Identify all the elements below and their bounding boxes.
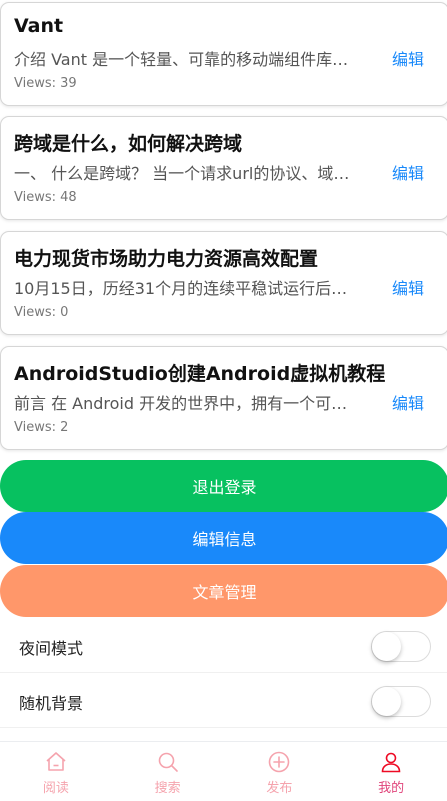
- article-views: Views: 2: [14, 420, 69, 435]
- edit-article-link[interactable]: 编辑: [392, 390, 424, 414]
- search-icon: [158, 752, 178, 772]
- tab-label: 阅读: [42, 781, 69, 796]
- night-mode-label: 夜间模式: [19, 639, 84, 658]
- user-icon: [381, 752, 401, 773]
- edit-info-button[interactable]: 编辑信息: [0, 512, 447, 564]
- article-title: 跨域是什么，如何解决跨域: [14, 133, 243, 155]
- home-icon: [46, 752, 66, 771]
- tab-search[interactable]: 搜索: [112, 742, 224, 801]
- article-card[interactable]: Vant 介绍 Vant 是一个轻量、可靠的移动端组件库，由有赞前端团队开源。 …: [0, 2, 447, 106]
- article-summary: 前言 在 Android 开发的世界中，拥有一个可靠的虚拟机至关重要: [14, 394, 362, 413]
- article-card[interactable]: 跨域是什么，如何解决跨域 一、 什么是跨域？ 当一个请求url的协议、域名、端口…: [0, 116, 447, 220]
- article-views: Views: 39: [14, 76, 77, 91]
- article-summary: 10月15日，历经31个月的连续平稳试运行后，山西电力现货市场正式运行: [14, 279, 362, 298]
- logout-button[interactable]: 退出登录: [0, 460, 447, 512]
- app-root: Vant 介绍 Vant 是一个轻量、可靠的移动端组件库，由有赞前端团队开源。 …: [0, 0, 447, 801]
- tab-read[interactable]: 阅读: [0, 742, 112, 801]
- setting-random-background: 随机背景: [0, 673, 447, 728]
- edit-article-link[interactable]: 编辑: [392, 275, 424, 299]
- tab-label: 我的: [378, 781, 405, 796]
- article-views: Views: 48: [14, 190, 77, 205]
- article-card[interactable]: 电力现货市场助力电力资源高效配置 10月15日，历经31个月的连续平稳试运行后，…: [0, 231, 447, 335]
- switch-knob: [372, 632, 401, 661]
- switch-knob: [372, 687, 401, 716]
- tab-mine[interactable]: 我的: [335, 742, 447, 801]
- tab-label: 发布: [266, 781, 293, 796]
- night-mode-switch[interactable]: [371, 631, 431, 662]
- tab-label: 搜索: [154, 781, 181, 796]
- edit-article-link[interactable]: 编辑: [392, 160, 424, 184]
- article-title: AndroidStudio创建Android虚拟机教程: [14, 363, 386, 385]
- article-title: 电力现货市场助力电力资源高效配置: [14, 248, 319, 270]
- article-manage-button[interactable]: 文章管理: [0, 565, 447, 617]
- article-title: Vant: [14, 15, 64, 37]
- article-card[interactable]: AndroidStudio创建Android虚拟机教程 前言 在 Android…: [0, 346, 447, 450]
- random-background-switch[interactable]: [371, 686, 431, 717]
- article-summary: 一、 什么是跨域？ 当一个请求url的协议、域名、端口三者之间任意一个与当前页面…: [14, 164, 362, 183]
- edit-article-link[interactable]: 编辑: [392, 46, 424, 70]
- tab-publish[interactable]: 发布: [224, 742, 336, 801]
- add-circle-icon: [269, 751, 290, 773]
- article-views: Views: 0: [14, 305, 69, 320]
- article-summary: 介绍 Vant 是一个轻量、可靠的移动端组件库，由有赞前端团队开源。: [14, 50, 362, 69]
- random-background-label: 随机背景: [19, 694, 84, 713]
- setting-night-mode: 夜间模式: [0, 618, 447, 673]
- bottom-tabbar: 阅读 搜索 发布 我的: [0, 741, 447, 801]
